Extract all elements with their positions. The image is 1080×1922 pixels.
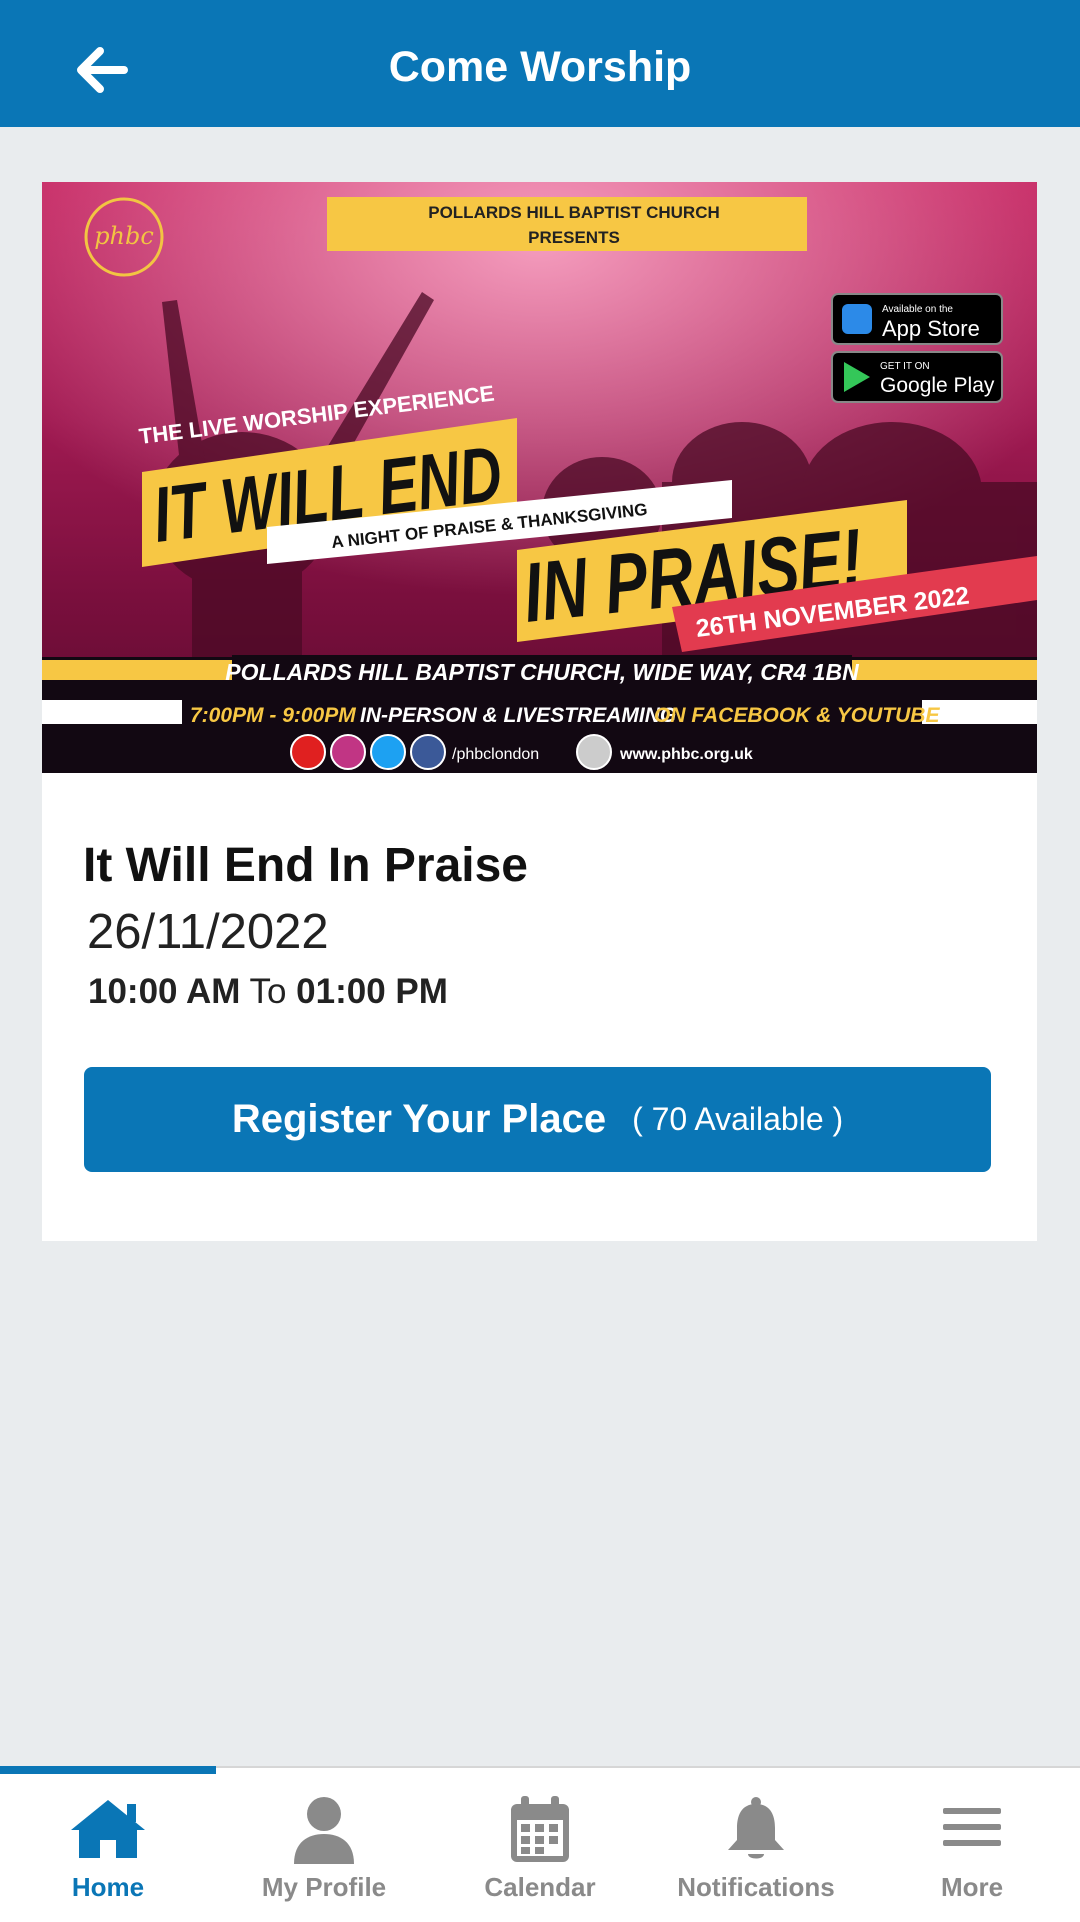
googleplay-big-text: Google Play [880, 374, 995, 397]
banner-handle: /phbclondon [452, 746, 539, 763]
app-bar: Come Worship [0, 0, 1080, 127]
tab-calendar-label: Calendar [484, 1872, 596, 1902]
event-end-time: 01:00 PM [296, 972, 448, 1011]
page-title: Come Worship [388, 43, 692, 91]
event-time-separator: To [249, 972, 287, 1011]
banner-venue: POLLARDS HILL BAPTIST CHURCH, WIDE WAY, … [225, 659, 859, 685]
banner-platforms: ON FACEBOOK & YOUTUBE [654, 704, 940, 727]
tab-notifications[interactable]: Notifications [648, 1768, 864, 1922]
appstore-small-text: Available on the [882, 304, 953, 315]
home-icon [71, 1800, 145, 1858]
event-banner-image: phbc POLLARDS HILL BAPTIST CHURCH PRESEN… [42, 182, 1037, 773]
banner-website: www.phbc.org.uk [619, 746, 753, 763]
banner-times: 7:00PM - 9:00PM [190, 704, 356, 727]
register-availability: ( 70 Available ) [632, 1101, 844, 1137]
tab-my-profile-label: My Profile [261, 1872, 387, 1902]
appstore-big-text: App Store [882, 316, 980, 341]
person-icon [294, 1797, 354, 1864]
event-date: 26/11/2022 [87, 905, 329, 959]
tab-calendar[interactable]: Calendar [432, 1768, 648, 1922]
register-button-label: Register Your Place [231, 1097, 607, 1141]
bottom-tab-bar: Home My Profile Calendar Notifications M… [0, 1766, 1080, 1922]
bell-icon [728, 1797, 784, 1859]
tab-more[interactable]: More [864, 1768, 1080, 1922]
event-time: 10:00 AM To 01:00 PM [88, 972, 448, 1012]
banner-presents: PRESENTS [528, 228, 620, 247]
menu-icon [943, 1808, 1001, 1846]
banner-church-line: POLLARDS HILL BAPTIST CHURCH [428, 203, 720, 222]
tab-more-label: More [940, 1872, 1004, 1902]
tab-home[interactable]: Home [0, 1768, 216, 1922]
banner-in-person: IN-PERSON & LIVESTREAMING [360, 704, 676, 727]
register-place-button[interactable]: Register Your Place ( 70 Available ) [84, 1067, 991, 1172]
tab-home-label: Home [71, 1872, 145, 1902]
googleplay-small-text: GET IT ON [880, 361, 930, 372]
banner-logo-text: phbc [94, 222, 154, 250]
event-start-time: 10:00 AM [88, 972, 241, 1011]
event-title: It Will End In Praise [83, 839, 528, 892]
event-card: phbc POLLARDS HILL BAPTIST CHURCH PRESEN… [42, 182, 1037, 1241]
tab-my-profile[interactable]: My Profile [216, 1768, 432, 1922]
calendar-icon [511, 1796, 569, 1862]
tab-notifications-label: Notifications [677, 1872, 835, 1902]
available-count: 70 Available [651, 1101, 824, 1137]
